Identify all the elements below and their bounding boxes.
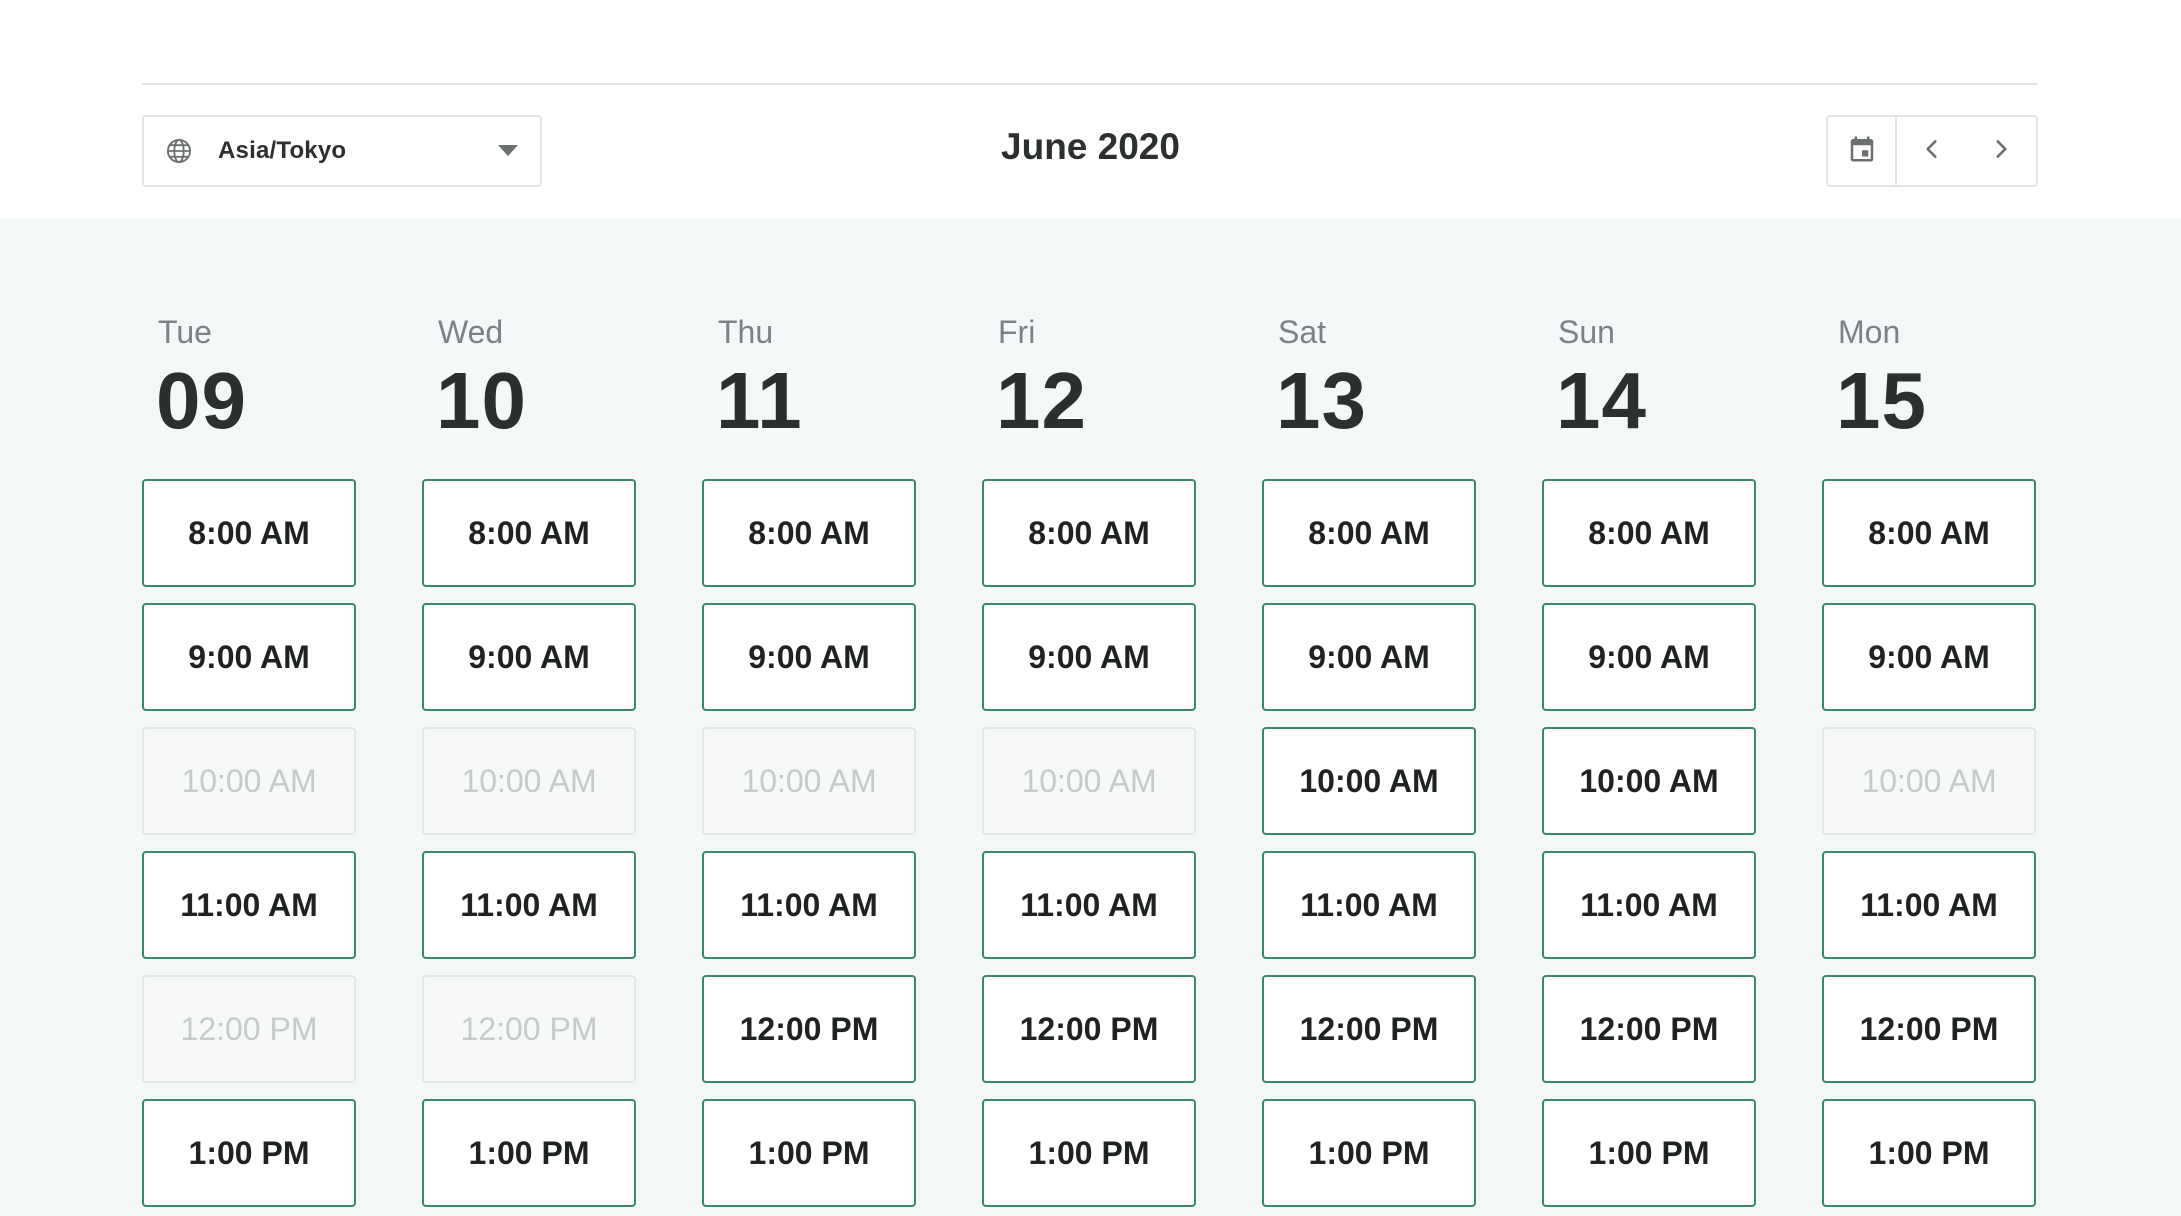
day-number: 12 xyxy=(996,356,1087,445)
header-bar: Asia/Tokyo June 2020 xyxy=(0,0,2181,218)
day-number: 13 xyxy=(1276,356,1367,445)
time-slot-button[interactable]: 8:00 AM xyxy=(982,479,1196,587)
time-slot-button[interactable]: 9:00 AM xyxy=(1822,603,2036,711)
time-slot-button[interactable]: 12:00 PM xyxy=(1542,975,1756,1083)
calendar-button[interactable] xyxy=(1828,117,1898,185)
time-slot-unavailable: 10:00 AM xyxy=(982,727,1196,835)
time-slot-button[interactable]: 11:00 AM xyxy=(702,851,916,959)
time-slot-button[interactable]: 9:00 AM xyxy=(1262,603,1476,711)
time-slot-button[interactable]: 1:00 PM xyxy=(702,1099,916,1207)
day-name: Thu xyxy=(718,314,774,350)
day-number: 11 xyxy=(716,356,803,445)
time-slot-unavailable: 10:00 AM xyxy=(702,727,916,835)
time-slot-button[interactable]: 8:00 AM xyxy=(1262,479,1476,587)
previous-week-button[interactable] xyxy=(1897,117,1966,185)
time-slot-button[interactable]: 12:00 PM xyxy=(1262,975,1476,1083)
time-slot-button[interactable]: 8:00 AM xyxy=(1822,479,2036,587)
day-name: Tue xyxy=(158,314,212,350)
time-slot-unavailable: 10:00 AM xyxy=(422,727,636,835)
time-slot-button[interactable]: 8:00 AM xyxy=(702,479,916,587)
time-slot-button[interactable]: 1:00 PM xyxy=(142,1099,356,1207)
time-slot-unavailable: 12:00 PM xyxy=(142,975,356,1083)
time-slot-button[interactable]: 10:00 AM xyxy=(1262,727,1476,835)
time-slot-button[interactable]: 9:00 AM xyxy=(142,603,356,711)
time-slot-unavailable: 12:00 PM xyxy=(422,975,636,1083)
time-slot-button[interactable]: 12:00 PM xyxy=(1822,975,2036,1083)
calendar-icon xyxy=(1847,134,1877,169)
time-slot-button[interactable]: 1:00 PM xyxy=(982,1099,1196,1207)
time-slot-button[interactable]: 11:00 AM xyxy=(982,851,1196,959)
scheduler-page: Asia/Tokyo June 2020 Tue 09 8:00 AM 9:00… xyxy=(0,0,2181,1216)
time-slot-button[interactable]: 1:00 PM xyxy=(1822,1099,2036,1207)
next-week-button[interactable] xyxy=(1967,117,2036,185)
time-slot-button[interactable]: 9:00 AM xyxy=(422,603,636,711)
time-slot-button[interactable]: 8:00 AM xyxy=(1542,479,1756,587)
time-slot-button[interactable]: 12:00 PM xyxy=(702,975,916,1083)
time-slot-button[interactable]: 12:00 PM xyxy=(982,975,1196,1083)
day-name: Fri xyxy=(998,314,1036,350)
time-slot-button[interactable]: 8:00 AM xyxy=(142,479,356,587)
divider xyxy=(142,83,2038,85)
time-slot-button[interactable]: 1:00 PM xyxy=(422,1099,636,1207)
time-slot-button[interactable]: 9:00 AM xyxy=(1542,603,1756,711)
time-slot-button[interactable]: 1:00 PM xyxy=(1262,1099,1476,1207)
chevron-left-icon xyxy=(1919,136,1945,167)
day-name: Wed xyxy=(438,314,504,350)
time-slot-button[interactable]: 1:00 PM xyxy=(1542,1099,1756,1207)
week-grid: Tue 09 8:00 AM 9:00 AM 10:00 AM 11:00 AM 12:00… xyxy=(0,218,2181,1216)
day-number: 10 xyxy=(436,356,527,445)
day-name: Mon xyxy=(1838,314,1901,350)
day-number: 15 xyxy=(1836,356,1927,445)
time-slot-unavailable: 10:00 AM xyxy=(1822,727,2036,835)
date-navigation xyxy=(1826,115,2038,187)
day-name: Sun xyxy=(1558,314,1615,350)
time-slot-button[interactable]: 9:00 AM xyxy=(982,603,1196,711)
time-slot-unavailable: 10:00 AM xyxy=(142,727,356,835)
time-slot-button[interactable]: 11:00 AM xyxy=(1822,851,2036,959)
day-number: 14 xyxy=(1556,356,1647,445)
time-slot-button[interactable]: 8:00 AM xyxy=(422,479,636,587)
day-name: Sat xyxy=(1278,314,1327,350)
chevron-right-icon xyxy=(1988,136,2014,167)
time-slot-button[interactable]: 11:00 AM xyxy=(1262,851,1476,959)
time-slot-button[interactable]: 11:00 AM xyxy=(422,851,636,959)
time-slot-button[interactable]: 9:00 AM xyxy=(702,603,916,711)
time-slot-button[interactable]: 11:00 AM xyxy=(1542,851,1756,959)
time-slot-button[interactable]: 11:00 AM xyxy=(142,851,356,959)
day-number: 09 xyxy=(156,356,247,445)
time-slot-button[interactable]: 10:00 AM xyxy=(1542,727,1756,835)
